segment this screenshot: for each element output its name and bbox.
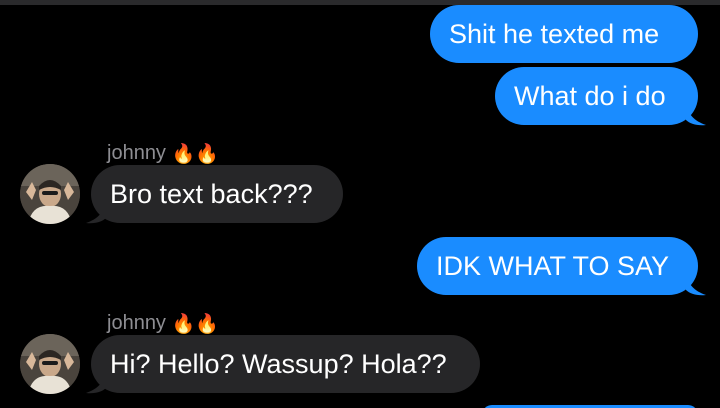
sender-name: johnny 🔥🔥 xyxy=(107,312,219,335)
contact-avatar[interactable] xyxy=(20,334,80,394)
message-text: Shit he texted me xyxy=(449,19,660,49)
avatar-photo-icon xyxy=(20,334,80,394)
outgoing-message-bubble[interactable]: What do i do xyxy=(495,67,698,125)
bubble-tail-icon xyxy=(686,274,706,296)
outgoing-message-bubble[interactable]: Shit he texted me xyxy=(430,5,698,63)
message-text: IDK WHAT TO SAY xyxy=(436,251,670,281)
bubble-tail-icon xyxy=(86,202,106,224)
incoming-message-bubble[interactable]: Bro text back??? xyxy=(91,165,343,223)
fire-icon: 🔥🔥 xyxy=(171,144,219,165)
incoming-message-bubble[interactable]: Hi? Hello? Wassup? Hola?? xyxy=(91,335,480,393)
bubble-tail-icon xyxy=(686,104,706,126)
sender-name: johnny 🔥🔥 xyxy=(107,142,219,165)
outgoing-message-bubble[interactable]: IDK WHAT TO SAY xyxy=(417,237,698,295)
message-thread: Shit he texted me What do i do johnny 🔥🔥… xyxy=(0,0,720,408)
fire-icon: 🔥🔥 xyxy=(171,314,219,335)
message-text: Hi? Hello? Wassup? Hola?? xyxy=(110,349,447,379)
bubble-tail-icon xyxy=(86,372,106,394)
message-text: What do i do xyxy=(514,81,666,111)
message-text: Bro text back??? xyxy=(110,179,313,209)
avatar-photo-icon xyxy=(20,164,80,224)
contact-avatar[interactable] xyxy=(20,164,80,224)
